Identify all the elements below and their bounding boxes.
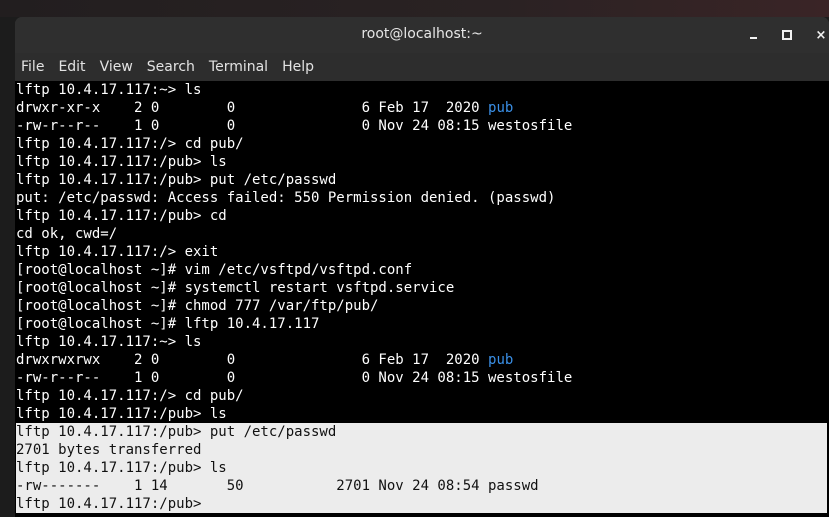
terminal-line: [root@localhost ~]# lftp 10.4.17.117 xyxy=(16,315,828,333)
directory-name: pub xyxy=(488,352,514,368)
terminal-line: [root@localhost ~]# chmod 777 /var/ftp/p… xyxy=(16,297,828,315)
terminal-line: lftp 10.4.17.117:/pub> put /etc/passwd xyxy=(16,423,828,441)
screen: root@localhost:~ × File Edit View Search… xyxy=(0,0,829,517)
terminal-line-text: lftp 10.4.17.117:/pub> ls xyxy=(16,406,227,422)
menu-view[interactable]: View xyxy=(93,53,140,81)
terminal-line: drwxr-xr-x 2 0 0 6 Feb 17 2020 pub xyxy=(16,99,828,117)
terminal-lines: lftp 10.4.17.117:~> ls drwxr-xr-x 2 0 0 6… xyxy=(16,81,828,513)
terminal-line-text: [root@localhost ~]# systemctl restart vs… xyxy=(16,280,455,296)
menu-file[interactable]: File xyxy=(15,53,51,81)
close-button[interactable]: × xyxy=(810,24,829,46)
directory-name: pub xyxy=(488,100,514,116)
minimize-button[interactable] xyxy=(742,24,764,46)
terminal-line-text: [root@localhost ~]# chmod 777 /var/ftp/p… xyxy=(16,298,379,314)
window-title: root@localhost:~ xyxy=(361,26,483,42)
terminal-line-text: lftp 10.4.17.117:/pub> put /etc/passwd xyxy=(16,172,337,188)
close-icon: × xyxy=(815,27,827,43)
terminal-line-text: lftp 10.4.17.117:/pub> put /etc/passwd xyxy=(16,424,337,440)
terminal-line: cd ok, cwd=/ xyxy=(16,225,828,243)
terminal-line: -rw-r--r-- 1 0 0 0 Nov 24 08:15 westosfi… xyxy=(16,369,828,387)
terminal-line: lftp 10.4.17.117:/pub> ls xyxy=(16,459,828,477)
terminal-line-text: -rw-r--r-- 1 0 0 0 Nov 24 08:15 westosfi… xyxy=(16,118,573,134)
terminal-line-text: lftp 10.4.17.117:/pub> ls xyxy=(16,460,227,476)
menu-search[interactable]: Search xyxy=(140,53,202,81)
terminal-line: lftp 10.4.17.117:/pub> ls xyxy=(16,153,828,171)
terminal-line: lftp 10.4.17.117:~> ls xyxy=(16,333,828,351)
terminal-line: lftp 10.4.17.117:/> exit xyxy=(16,243,828,261)
terminal-line-text: lftp 10.4.17.117:/pub> xyxy=(16,496,202,512)
terminal-window: root@localhost:~ × File Edit View Search… xyxy=(15,17,829,517)
terminal-line-text: lftp 10.4.17.117:~> ls xyxy=(16,82,202,98)
maximize-icon xyxy=(782,30,792,40)
terminal-line-text: lftp 10.4.17.117:/> cd pub/ xyxy=(16,388,244,404)
desktop-background xyxy=(0,0,829,17)
terminal-line-text: lftp 10.4.17.117:/pub> cd xyxy=(16,208,227,224)
terminal-line-text: drwxr-xr-x 2 0 0 6 Feb 17 2020 xyxy=(16,100,489,116)
menu-terminal[interactable]: Terminal xyxy=(202,53,275,81)
terminal-line: -rw-r--r-- 1 0 0 0 Nov 24 08:15 westosfi… xyxy=(16,117,828,135)
terminal-line: lftp 10.4.17.117:/pub> cd xyxy=(16,207,828,225)
terminal-line: [root@localhost ~]# systemctl restart vs… xyxy=(16,279,828,297)
terminal-line-text: put: /etc/passwd: Access failed: 550 Per… xyxy=(16,190,556,206)
minimize-icon xyxy=(749,37,757,39)
menu-help[interactable]: Help xyxy=(275,53,321,81)
terminal-line: [root@localhost ~]# vim /etc/vsftpd/vsft… xyxy=(16,261,828,279)
title-bar[interactable]: root@localhost:~ × xyxy=(15,17,829,53)
terminal-line: lftp 10.4.17.117:~> ls xyxy=(16,81,828,99)
terminal-line-text: 2701 bytes transferred xyxy=(16,442,202,458)
terminal-line-text: -rw-r--r-- 1 0 0 0 Nov 24 08:15 westosfi… xyxy=(16,370,573,386)
menu-edit[interactable]: Edit xyxy=(51,53,92,81)
terminal-line: lftp 10.4.17.117:/pub> put /etc/passwd xyxy=(16,171,828,189)
maximize-button[interactable] xyxy=(776,24,798,46)
terminal-line-text: [root@localhost ~]# vim /etc/vsftpd/vsft… xyxy=(16,262,413,278)
terminal-line: 2701 bytes transferred xyxy=(16,441,828,459)
terminal-line: lftp 10.4.17.117:/> cd pub/ xyxy=(16,135,828,153)
terminal-line: put: /etc/passwd: Access failed: 550 Per… xyxy=(16,189,828,207)
terminal-line-text: -rw------- 1 14 50 2701 Nov 24 08:54 pas… xyxy=(16,478,539,494)
terminal-line-text: cd ok, cwd=/ xyxy=(16,226,118,242)
terminal-line: drwxrwxrwx 2 0 0 6 Feb 17 2020 pub xyxy=(16,351,828,369)
terminal-line-text: drwxrwxrwx 2 0 0 6 Feb 17 2020 xyxy=(16,352,489,368)
terminal-output[interactable]: lftp 10.4.17.117:~> ls drwxr-xr-x 2 0 0 6… xyxy=(15,81,829,517)
terminal-line-text: lftp 10.4.17.117:/> exit xyxy=(16,244,219,260)
terminal-line: lftp 10.4.17.117:/pub> ls xyxy=(16,405,828,423)
terminal-line: lftp 10.4.17.117:/> cd pub/ xyxy=(16,387,828,405)
menu-bar: File Edit View Search Terminal Help xyxy=(15,53,829,81)
terminal-line-text: lftp 10.4.17.117:/pub> ls xyxy=(16,154,227,170)
terminal-line: -rw------- 1 14 50 2701 Nov 24 08:54 pas… xyxy=(16,477,828,495)
terminal-line-text: lftp 10.4.17.117:~> ls xyxy=(16,334,202,350)
terminal-line-text: [root@localhost ~]# lftp 10.4.17.117 xyxy=(16,316,320,332)
terminal-line: lftp 10.4.17.117:/pub> xyxy=(16,495,828,513)
terminal-line-text: lftp 10.4.17.117:/> cd pub/ xyxy=(16,136,244,152)
